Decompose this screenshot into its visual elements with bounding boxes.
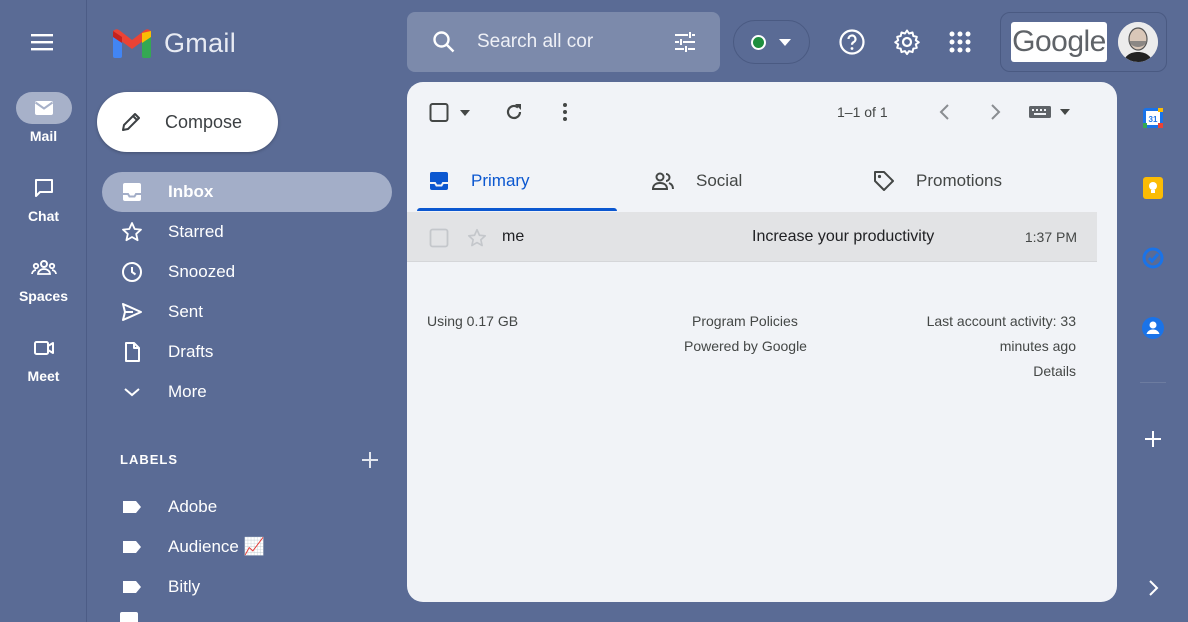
nav-label-snoozed: Snoozed	[168, 262, 236, 281]
nav-label-sent: Sent	[168, 302, 203, 321]
mail-icon	[15, 92, 72, 124]
label-name: Audience 📈	[168, 537, 265, 556]
tab-primary[interactable]: Primary	[427, 150, 530, 212]
status-selector[interactable]	[733, 20, 810, 64]
rail-item-spaces[interactable]: Spaces	[0, 252, 87, 304]
rail-label-mail: Mail	[29, 128, 58, 144]
label-item-audience[interactable]: Audience 📈	[102, 527, 392, 567]
compose-button[interactable]: Compose	[97, 92, 278, 152]
inbox-icon	[120, 180, 144, 204]
select-all-checkbox[interactable]	[429, 102, 475, 124]
nav-item-inbox[interactable]: Inbox	[102, 172, 392, 212]
last-activity-line1: Last account activity: 33	[926, 313, 1076, 329]
get-addons-plus-icon[interactable]	[1141, 427, 1165, 451]
rail-item-chat[interactable]: Chat	[0, 172, 87, 224]
send-icon	[120, 300, 144, 324]
label-icon	[120, 535, 144, 559]
label-name: Bitly	[168, 577, 201, 596]
program-policies-link[interactable]: Program Policies	[692, 309, 798, 334]
inbox-icon	[430, 172, 448, 190]
tab-label-promotions: Promotions	[916, 171, 1002, 190]
clock-icon	[120, 260, 144, 284]
last-activity-line2: minutes ago	[999, 338, 1076, 354]
details-link[interactable]: Details	[1033, 359, 1076, 384]
mail-list-panel: 1–1 of 1 Primary Social Promotions me In…	[407, 82, 1117, 602]
label-name: Adobe	[168, 497, 218, 516]
main-menu-icon[interactable]	[29, 30, 57, 54]
tab-label-primary: Primary	[471, 171, 530, 190]
message-time: 1:37 PM	[1024, 228, 1077, 245]
star-icon	[120, 220, 144, 244]
refresh-icon[interactable]	[503, 101, 525, 123]
nav-item-more[interactable]: More	[102, 372, 392, 412]
avatar[interactable]	[1118, 22, 1158, 62]
spaces-icon	[16, 252, 72, 284]
label-icon	[120, 495, 144, 519]
people-icon	[651, 172, 674, 190]
chat-icon	[16, 172, 72, 204]
expand-side-panel-chevron-icon[interactable]	[1141, 576, 1165, 600]
label-icon	[120, 612, 138, 622]
tab-social[interactable]: Social	[650, 150, 742, 212]
help-icon[interactable]	[838, 28, 866, 56]
newer-chevron-left-icon[interactable]	[935, 101, 955, 123]
nav-item-snoozed[interactable]: Snoozed	[102, 252, 392, 292]
search-input[interactable]: Search all cor	[477, 31, 627, 53]
search-icon[interactable]	[431, 29, 457, 55]
pencil-icon	[122, 113, 140, 131]
draft-icon	[120, 340, 144, 364]
rail-item-mail[interactable]: Mail	[0, 92, 87, 144]
nav-label-drafts: Drafts	[168, 342, 214, 361]
compose-label: Compose	[165, 111, 243, 132]
nav-item-sent[interactable]: Sent	[102, 292, 392, 332]
contacts-icon[interactable]	[1141, 316, 1165, 340]
message-subject: Increase your productivity	[752, 227, 935, 245]
add-label-icon[interactable]	[358, 448, 382, 472]
gmail-m-icon	[113, 29, 151, 58]
tag-icon	[874, 171, 894, 191]
rail-item-meet[interactable]: Meet	[0, 332, 87, 384]
status-online-indicator	[751, 34, 766, 50]
keep-icon[interactable]	[1141, 176, 1165, 200]
svg-text:31: 31	[1149, 115, 1158, 124]
nav-label-starred: Starred	[168, 222, 224, 241]
nav-item-starred[interactable]: Starred	[102, 212, 392, 252]
more-options-icon[interactable]	[557, 101, 573, 123]
app-name: Gmail	[164, 27, 237, 58]
chevron-down-icon	[120, 380, 144, 404]
message-sender: me	[502, 227, 525, 245]
label-item-adobe[interactable]: Adobe	[102, 487, 392, 527]
star-icon[interactable]	[466, 227, 488, 249]
older-chevron-right-icon[interactable]	[985, 101, 1005, 123]
label-icon	[120, 575, 144, 599]
row-checkbox[interactable]	[429, 228, 449, 248]
search-bar[interactable]: Search all cor	[407, 12, 720, 72]
side-panel-divider	[1140, 382, 1166, 383]
gmail-logo[interactable]: Gmail	[112, 27, 236, 59]
calendar-icon[interactable]: 31	[1141, 106, 1165, 130]
tab-promotions[interactable]: Promotions	[872, 150, 1002, 212]
label-item-bitly[interactable]: Bitly	[102, 567, 392, 607]
storage-usage: Using 0.17 GB	[427, 313, 519, 329]
nav-item-drafts[interactable]: Drafts	[102, 332, 392, 372]
tab-label-social: Social	[696, 171, 743, 190]
table-row[interactable]: me Increase your productivity 1:37 PM	[407, 212, 1097, 262]
rail-label-spaces: Spaces	[18, 288, 69, 304]
rail-label-chat: Chat	[27, 208, 60, 224]
google-brand-logo: Google	[1011, 22, 1107, 62]
nav-label-inbox: Inbox	[168, 182, 214, 201]
tasks-icon[interactable]	[1141, 246, 1165, 270]
input-tools-keyboard-icon[interactable]	[1027, 102, 1073, 122]
powered-by-text: Powered by Google	[684, 338, 807, 354]
caret-down-icon	[779, 39, 791, 46]
settings-gear-icon[interactable]	[893, 28, 921, 56]
active-tab-indicator	[417, 208, 617, 211]
meet-icon	[16, 332, 72, 364]
apps-grid-icon[interactable]	[946, 28, 974, 56]
labels-heading: LABELS	[120, 452, 178, 467]
page-count: 1–1 of 1	[837, 104, 888, 120]
search-options-icon[interactable]	[672, 29, 698, 55]
rail-label-meet: Meet	[27, 368, 60, 384]
nav-label-more: More	[168, 382, 207, 401]
